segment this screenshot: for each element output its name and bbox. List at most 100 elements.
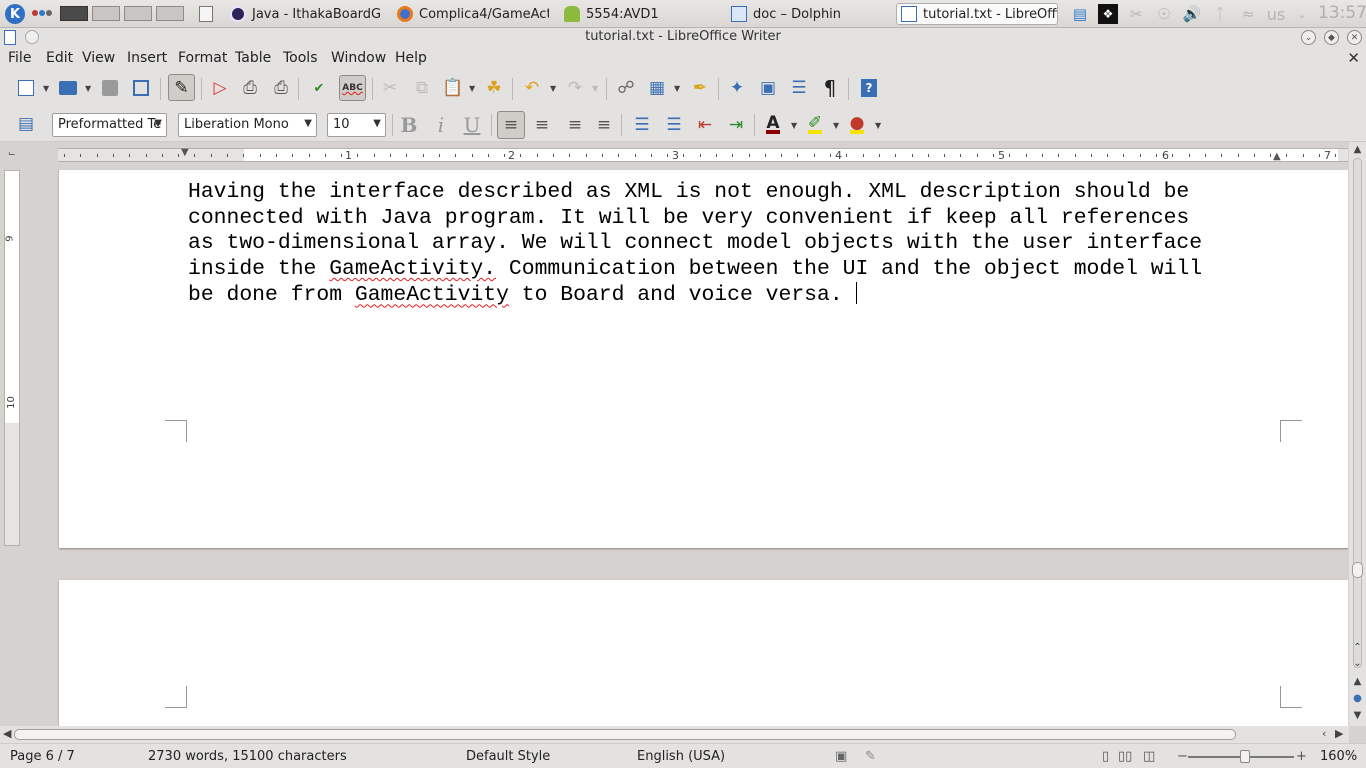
font-name-select[interactable]: Liberation Mono ▼ [178, 113, 317, 137]
redo-dropdown-icon[interactable]: ▼ [592, 76, 600, 100]
table-dropdown-icon[interactable]: ▼ [674, 76, 682, 100]
new-document-icon[interactable] [14, 76, 38, 100]
decrease-indent-icon[interactable]: ⇤ [693, 113, 717, 137]
scroll-up-icon[interactable]: ▲ [1352, 144, 1363, 155]
export-icon[interactable] [129, 76, 153, 100]
minimize-icon[interactable]: ⌄ [1301, 30, 1316, 45]
task-libreoffice[interactable]: tutorial.txt - LibreOffic [896, 3, 1058, 25]
spelling-icon[interactable]: ✔ [307, 76, 331, 100]
insert-mode-icon[interactable]: ▣ [835, 749, 847, 764]
print-icon[interactable]: ⎙ [238, 76, 262, 100]
highlighting-icon[interactable]: ✐ [803, 113, 827, 137]
misspelled-word[interactable]: GameActivity [355, 283, 509, 307]
underline-icon[interactable]: U [460, 113, 484, 137]
desktop-pager-4[interactable] [156, 6, 184, 21]
show-desktop-icon[interactable] [199, 6, 213, 22]
align-left-icon[interactable]: ≡ [497, 111, 525, 139]
left-indent-marker[interactable]: ▼ [181, 147, 189, 158]
desktop-pager-1[interactable] [60, 6, 88, 21]
scroll-thumb[interactable] [14, 729, 1236, 740]
zoom-level[interactable]: 160% [1320, 749, 1357, 764]
document-modified-icon[interactable]: ✎ [865, 749, 876, 764]
print-preview-icon[interactable]: ⎙ [269, 76, 293, 100]
book-view-icon[interactable]: ◫ [1143, 749, 1155, 764]
copy-icon[interactable]: ⧉ [410, 76, 434, 100]
scroll-left-icon[interactable]: ◀ [3, 727, 11, 740]
export-pdf-icon[interactable]: ▷ [208, 76, 232, 100]
scroll-thumb[interactable] [1352, 562, 1363, 578]
font-color-dropdown-icon[interactable]: ▼ [791, 113, 799, 137]
hyperlink-icon[interactable]: ☍ [614, 76, 638, 100]
scissors-icon[interactable]: ✂ [1126, 4, 1146, 24]
bullets-icon[interactable]: ☰ [662, 113, 686, 137]
menu-view[interactable]: View [82, 50, 115, 66]
menu-edit[interactable]: Edit [46, 50, 73, 66]
bold-icon[interactable]: B [397, 113, 421, 137]
desktop-pager-3[interactable] [124, 6, 152, 21]
clock[interactable]: 13:57 [1318, 3, 1366, 23]
scroll-left-icon[interactable]: ‹ [1322, 727, 1326, 740]
wifi-icon[interactable]: ≈ [1238, 4, 1258, 24]
styles-formatting-icon[interactable]: ▤ [14, 112, 38, 136]
paste-dropdown-icon[interactable]: ▼ [469, 76, 477, 100]
task-firefox[interactable]: Complica4/GameActivi [397, 3, 549, 25]
scroll-up-icon[interactable]: ⌃ [1352, 642, 1363, 653]
gallery-icon[interactable]: ▣ [756, 76, 780, 100]
edit-mode-icon[interactable]: ✎ [168, 74, 195, 101]
document-canvas[interactable]: Having the interface described as XML is… [22, 170, 1348, 726]
font-size-select[interactable]: 10 ▼ [327, 113, 386, 137]
previous-page-icon[interactable]: ▲ [1352, 676, 1363, 687]
insert-table-icon[interactable]: ▦ [645, 76, 669, 100]
open-dropdown-icon[interactable]: ▼ [85, 76, 93, 100]
menu-format[interactable]: Format [178, 50, 227, 66]
cut-icon[interactable]: ✂ [378, 76, 402, 100]
scroll-track[interactable] [1353, 158, 1362, 668]
new-dropdown-icon[interactable]: ▼ [43, 76, 51, 100]
volume-icon[interactable]: 🔊 [1182, 4, 1202, 24]
clipboard-icon[interactable]: ▤ [1070, 4, 1090, 24]
zoom-in-icon[interactable]: + [1296, 749, 1307, 764]
italic-icon[interactable]: i [429, 113, 453, 137]
next-page-icon[interactable]: ▼ [1352, 710, 1363, 721]
document-text[interactable]: Having the interface described as XML is… [188, 180, 1278, 309]
redo-icon[interactable]: ↷ [563, 76, 587, 100]
navigator-icon[interactable]: ✦ [725, 76, 749, 100]
language[interactable]: English (USA) [637, 749, 725, 764]
background-color-dropdown-icon[interactable]: ▼ [875, 113, 883, 137]
align-right-icon[interactable]: ≡ [563, 113, 587, 137]
data-sources-icon[interactable]: ☰ [787, 76, 811, 100]
page-style[interactable]: Default Style [466, 749, 550, 764]
activity-dots-icon[interactable] [32, 8, 54, 18]
justify-icon[interactable]: ≡ [592, 113, 616, 137]
menu-help[interactable]: Help [395, 50, 427, 66]
increase-indent-icon[interactable]: ⇥ [724, 113, 748, 137]
help-icon[interactable]: ? [857, 76, 881, 100]
clone-formatting-icon[interactable]: ☘ [482, 76, 506, 100]
vertical-ruler[interactable]: 9 10 [4, 170, 20, 546]
undo-dropdown-icon[interactable]: ▼ [550, 76, 558, 100]
close-window-icon[interactable]: ✕ [1347, 30, 1362, 45]
open-icon[interactable] [56, 76, 80, 100]
highlighting-dropdown-icon[interactable]: ▼ [833, 113, 841, 137]
save-icon[interactable] [98, 76, 122, 100]
multi-page-view-icon[interactable]: ▯▯ [1118, 749, 1132, 764]
align-center-icon[interactable]: ≡ [530, 113, 554, 137]
undo-icon[interactable]: ↶ [520, 76, 544, 100]
page[interactable] [59, 580, 1348, 726]
font-color-icon[interactable]: A [761, 113, 785, 137]
horizontal-scrollbar[interactable]: ◀ ‹ ▶ [0, 726, 1349, 743]
task-dolphin[interactable]: doc – Dolphin [731, 3, 883, 25]
maximize-icon[interactable]: ◆ [1324, 30, 1339, 45]
paste-icon[interactable]: 📋 [441, 76, 465, 100]
menu-tools[interactable]: Tools [283, 50, 318, 66]
numbering-icon[interactable]: ☰ [630, 113, 654, 137]
draw-functions-icon[interactable]: ✒ [688, 76, 712, 100]
scroll-down-icon[interactable]: ⌄ [1352, 658, 1363, 669]
kde-launcher-icon[interactable]: K [5, 4, 25, 24]
task-android-emulator[interactable]: 5554:AVD1 [564, 3, 716, 25]
close-document-icon[interactable]: ✕ [1347, 49, 1360, 67]
paragraph-style-select[interactable]: Preformatted Te ▼ [52, 113, 167, 137]
dropbox-icon[interactable]: ❖ [1098, 4, 1118, 24]
tab-stop-selector-icon[interactable]: ⌙ [8, 149, 16, 159]
task-eclipse[interactable]: Java - IthakaBoardGam [230, 3, 382, 25]
